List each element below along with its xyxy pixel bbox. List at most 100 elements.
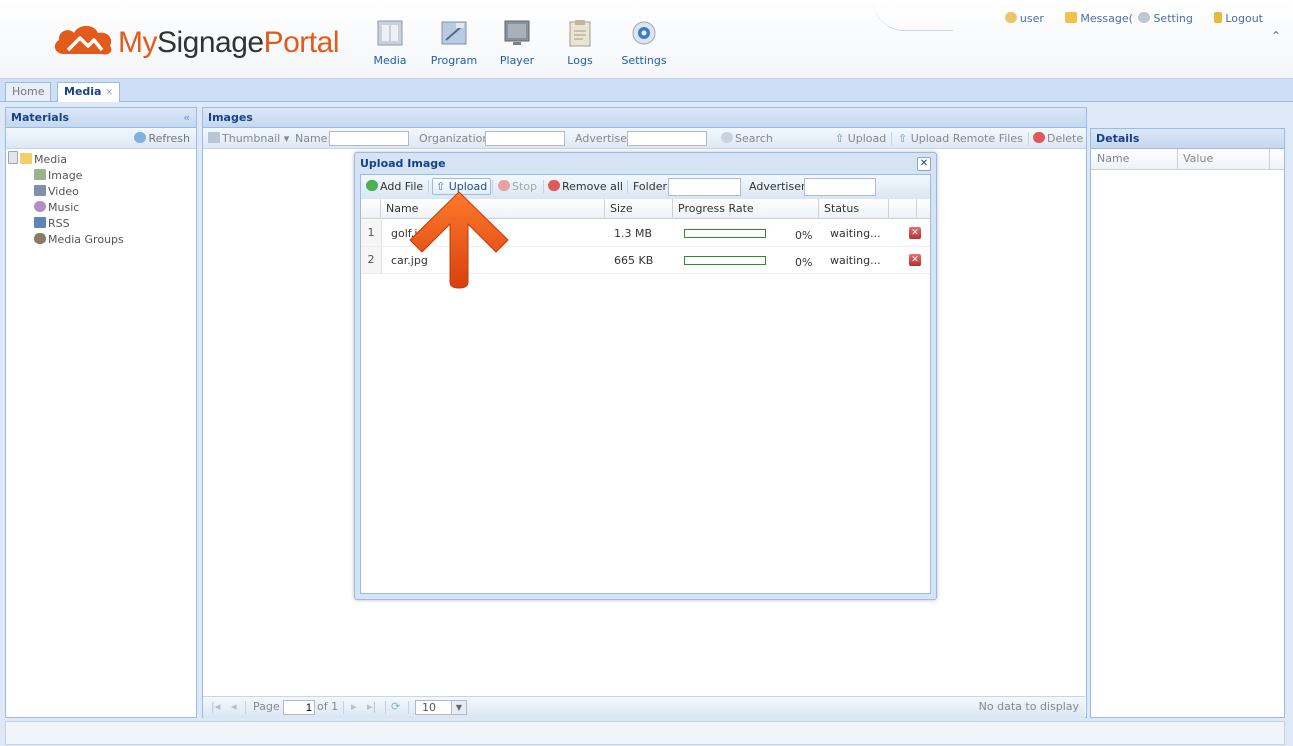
program-icon [438, 18, 470, 48]
gear-icon [1138, 12, 1151, 23]
folder-input[interactable] [668, 178, 741, 196]
paging-toolbar: |◂ ◂ Page of 1 ▸ ▸| ⟳ 10 ▼ No data to di… [203, 696, 1085, 718]
nav-program-label: Program [430, 54, 478, 67]
page-size-select[interactable]: 10 ▼ [415, 700, 467, 715]
advertiser-input[interactable] [627, 131, 707, 146]
delete-button[interactable]: Delete [1033, 128, 1083, 149]
tab-bar: Home Media ✕ [0, 79, 1293, 102]
thumbnail-view-button[interactable]: Thumbnail ▾ [208, 128, 289, 149]
nav-settings[interactable]: Settings [616, 18, 672, 70]
name-input[interactable] [329, 131, 409, 146]
prev-page-icon[interactable]: ◂ [231, 700, 237, 713]
nav-media[interactable]: Media [362, 18, 418, 70]
progress-text: 0% [795, 256, 813, 269]
dialog-advertiser-input[interactable] [804, 178, 876, 196]
folder-icon [20, 153, 32, 164]
page-number-input[interactable] [283, 700, 315, 715]
materials-toolbar: Refresh [6, 128, 196, 149]
logo-text-my: My [118, 26, 158, 59]
row-number: 1 [361, 220, 382, 246]
col-size: Size [605, 199, 673, 219]
page-label: Page [253, 700, 280, 713]
logo: MySignagePortal [50, 20, 340, 64]
tree-node-video[interactable]: Video [8, 184, 196, 200]
status-bar [5, 721, 1285, 745]
images-title: Images [203, 108, 1086, 128]
upload-remote-icon: ⇧ [898, 132, 911, 145]
tree-node-rss[interactable]: RSS [8, 216, 196, 232]
logout-link[interactable]: Logout [1214, 12, 1263, 25]
nav-player[interactable]: Player [489, 18, 545, 70]
col-progress: Progress Rate [673, 199, 819, 219]
folder-label: Folder: [633, 180, 671, 193]
materials-title: Materials « [6, 108, 196, 128]
next-page-icon[interactable]: ▸ [351, 700, 357, 713]
first-page-icon[interactable]: |◂ [211, 700, 220, 713]
logo-text-portal: Portal [263, 26, 340, 59]
remove-icon [548, 180, 560, 191]
nav-player-label: Player [499, 54, 535, 67]
media-icon [374, 18, 406, 48]
rss-icon [34, 217, 46, 228]
group-icon [34, 233, 46, 244]
remove-all-button[interactable]: Remove all [548, 180, 623, 193]
image-icon [34, 169, 46, 180]
search-icon [721, 132, 733, 143]
details-panel: Details Name Value [1090, 128, 1285, 718]
user-links: user Message( Setting Logout [987, 12, 1263, 25]
close-tab-icon[interactable]: ✕ [105, 88, 113, 98]
collapse-header-button[interactable]: ⌃ [1269, 30, 1283, 42]
header-decoration [873, 0, 953, 31]
remove-file-icon[interactable]: ✕ [909, 227, 921, 239]
file-size: 665 KB [614, 254, 654, 267]
add-icon [366, 180, 378, 191]
nav-program[interactable]: Program [426, 18, 482, 70]
collapse-node-icon[interactable] [8, 151, 18, 164]
logs-icon [564, 18, 596, 48]
tree-node-media[interactable]: Media [8, 151, 196, 168]
refresh-page-icon[interactable]: ⟳ [391, 700, 400, 713]
message-link[interactable]: Message( [1065, 12, 1133, 25]
nav-logs[interactable]: Logs [552, 18, 608, 70]
organization-input[interactable] [485, 131, 565, 146]
progress-bar [684, 229, 766, 238]
upload-button[interactable]: ⇧ Upload [835, 128, 886, 149]
user-link[interactable]: user [1004, 12, 1044, 25]
tab-home[interactable]: Home [5, 82, 52, 101]
setting-link[interactable]: Setting [1138, 12, 1193, 25]
annotation-up-arrow-icon [409, 191, 509, 289]
remove-file-icon[interactable]: ✕ [909, 254, 921, 266]
nav-logs-label: Logs [567, 54, 593, 67]
close-dialog-button[interactable]: ✕ [917, 157, 931, 171]
name-label: Name: [295, 132, 332, 145]
message-icon [1065, 12, 1078, 23]
media-tree: Media Image Video Music RSS Media Groups [6, 149, 196, 248]
player-icon [501, 18, 533, 48]
upload-icon: ⇧ [835, 132, 848, 145]
search-button[interactable]: Search [721, 128, 773, 149]
file-status: waiting... [830, 254, 881, 267]
nav-media-label: Media [373, 54, 407, 67]
last-page-icon[interactable]: ▸| [367, 700, 376, 713]
dialog-advertiser-label: Advertiser: [749, 180, 810, 193]
collapse-left-icon[interactable]: « [183, 108, 190, 128]
file-status: waiting... [830, 227, 881, 240]
images-toolbar: Thumbnail ▾ Name: Organization: Advertis… [203, 128, 1086, 149]
tab-media[interactable]: Media ✕ [57, 82, 121, 102]
details-col-value: Value [1183, 152, 1214, 165]
details-header: Name Value [1091, 149, 1284, 170]
tree-node-image[interactable]: Image [8, 168, 196, 184]
progress-text: 0% [795, 229, 813, 242]
page-count: of 1 [317, 700, 339, 713]
materials-panel: Materials « Refresh Media Image Video Mu… [5, 107, 197, 718]
refresh-button[interactable]: Refresh [134, 128, 190, 149]
tree-node-music[interactable]: Music [8, 200, 196, 216]
tree-node-media-groups[interactable]: Media Groups [8, 232, 196, 248]
organization-label: Organization: [419, 132, 494, 145]
chevron-down-icon: ▼ [451, 701, 466, 714]
no-data-message: No data to display [978, 700, 1079, 713]
refresh-icon [134, 132, 147, 143]
delete-icon [1033, 132, 1045, 143]
dropdown-icon: ▾ [283, 132, 290, 145]
upload-remote-files-button[interactable]: ⇧ Upload Remote Files [898, 128, 1023, 149]
